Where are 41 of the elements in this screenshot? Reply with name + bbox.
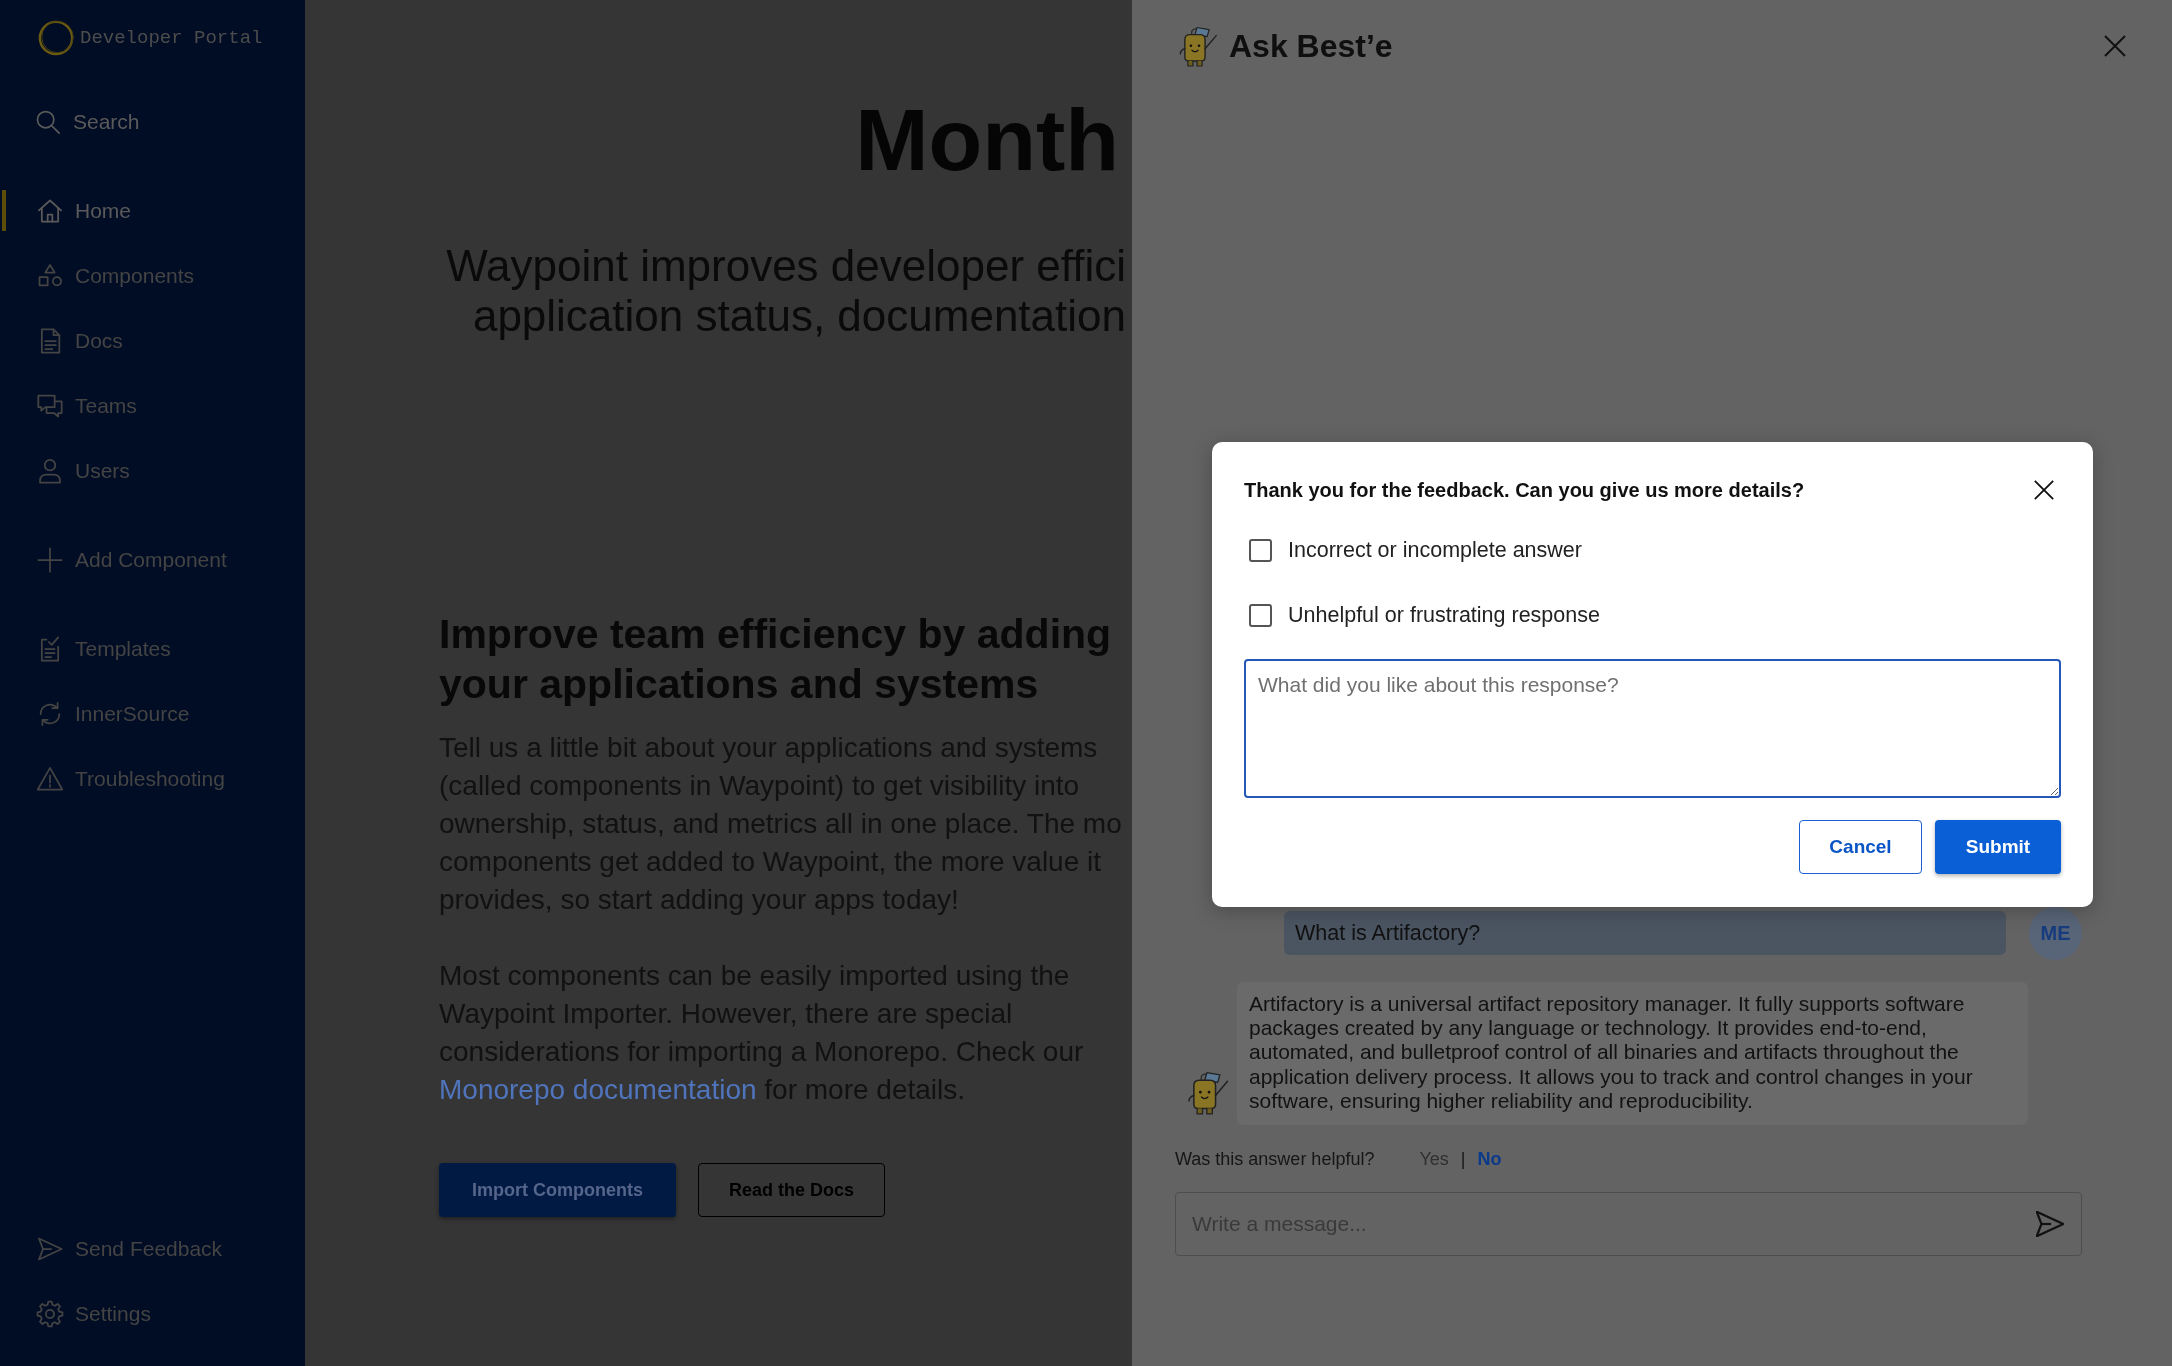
close-icon[interactable]	[2033, 479, 2055, 501]
search-button[interactable]: Search	[34, 108, 140, 136]
bot-message: Artifactory is a universal artifact repository manager. It fully supports software packages created by any language or technology. It provides end-to-end, automated, and bulletproof control of all binaries and artifacts throughout the application delivery process. It allows you to track and control changes in your software, ensuring higher reliability and reproducibility.	[1237, 982, 2028, 1125]
nav-item[interactable]: Components	[36, 261, 195, 290]
settings-icon	[36, 1299, 64, 1328]
nav-item[interactable]: Home	[36, 196, 132, 225]
comment-field[interactable]: What did you like about this response?	[1244, 659, 2061, 798]
ring-logo-icon	[37, 19, 75, 57]
submit-button[interactable]: Submit	[1935, 820, 2061, 874]
nav-item[interactable]: Users	[36, 456, 130, 485]
search-icon	[34, 108, 62, 136]
nav-item[interactable]: Send Feedback	[36, 1234, 223, 1263]
docs-link[interactable]: Monorepo documentation	[439, 1074, 757, 1105]
nav-item[interactable]: Troubleshooting	[36, 764, 225, 793]
nav-item[interactable]: Add Component	[36, 545, 227, 574]
separator-text: |	[1460, 1148, 1466, 1170]
nav-item[interactable]: Docs	[36, 326, 123, 355]
nav-item[interactable]: Teams	[36, 391, 137, 420]
logo-text: Developer Portal	[80, 27, 263, 49]
nav-item[interactable]: InnerSource	[36, 699, 190, 728]
nav-item[interactable]: Settings	[36, 1299, 151, 1328]
panel-title: Ask Best’e	[1229, 27, 1393, 65]
dialog-title: Thank you for the feedback. Can you give us more details?	[1244, 478, 1805, 502]
cancel-button[interactable]: Cancel	[1799, 820, 1922, 874]
nav-item[interactable]: Templates	[36, 634, 171, 663]
plus-icon	[36, 545, 64, 574]
send-icon[interactable]	[2036, 1211, 2064, 1237]
mascot-icon	[1188, 1071, 1229, 1115]
helpful-prompt: Was this answer helpful?	[1175, 1148, 1375, 1170]
import-components-button[interactable]: Import Components	[439, 1163, 676, 1217]
feedback-option[interactable]: No	[1477, 1148, 1502, 1170]
checkbox-label[interactable]: Incorrect or incomplete answer	[1288, 537, 1582, 563]
mascot-icon	[1179, 25, 1218, 67]
person-icon	[36, 456, 64, 485]
user-avatar: ME	[2029, 907, 2082, 960]
user-message: What is Artifactory?	[1284, 911, 2006, 956]
checkbox[interactable]	[1249, 538, 1272, 562]
active-indicator	[2, 190, 6, 231]
checkbox-label[interactable]: Unhelpful or frustrating response	[1288, 602, 1600, 628]
warning-icon	[36, 764, 64, 793]
checkbox[interactable]	[1249, 603, 1272, 627]
